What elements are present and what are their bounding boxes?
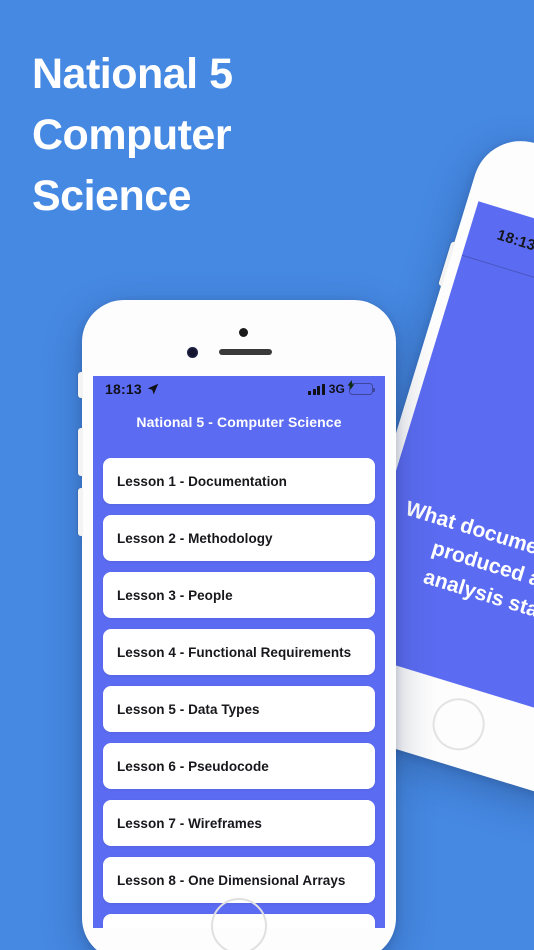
lesson-list-item[interactable]: Lesson 8 - One Dimensional Arrays: [103, 857, 375, 903]
lesson-list-item[interactable]: Lesson 2 - Methodology: [103, 515, 375, 561]
phone-mockup-front: 18:13 3G National 5 - Computer Science L…: [78, 300, 396, 950]
lesson-list[interactable]: Lesson 1 - Documentation Lesson 2 - Metho…: [93, 446, 385, 928]
navigation-bar-title: National 5 - Computer Science: [136, 413, 342, 430]
lesson-list-item-label: Lesson 1 - Documentation: [117, 473, 287, 489]
headline-line-3: Science: [32, 172, 192, 220]
lesson-list-item[interactable]: Lesson 7 - Wireframes: [103, 800, 375, 846]
home-button[interactable]: [211, 898, 267, 950]
navigation-bar: National 5 - Computer Science: [93, 402, 385, 441]
status-bar-time: 18:13: [105, 381, 142, 397]
status-bar-divider: [461, 254, 534, 335]
lesson-list-item[interactable]: Lesson 1 - Documentation: [103, 458, 375, 504]
back-status-bar-time: 18:13: [494, 226, 534, 255]
status-bar-indicators: 3G: [308, 380, 376, 396]
quiz-question-text: What documentation is produced at the an…: [402, 496, 534, 633]
lesson-list-item[interactable]: Lesson 6 - Pseudocode: [103, 743, 375, 789]
signal-bars-icon: [308, 383, 325, 395]
volume-down-button[interactable]: [78, 488, 83, 536]
lesson-list-item-label: Lesson 6 - Pseudocode: [117, 758, 269, 774]
lesson-list-item[interactable]: Lesson 3 - People: [103, 572, 375, 618]
lesson-list-item-label: Lesson 4 - Functional Requirements: [117, 644, 352, 660]
front-phone-screen: 18:13 3G National 5 - Computer Science L…: [93, 376, 385, 928]
volume-up-button[interactable]: [78, 428, 83, 476]
lesson-list-item-label: Lesson 3 - People: [117, 587, 233, 603]
front-camera-icon: [187, 347, 198, 358]
lesson-list-item-label: Lesson 5 - Data Types: [117, 701, 260, 717]
page-title: National 5 Computer Science: [32, 44, 332, 227]
earpiece-speaker-icon: [219, 349, 272, 355]
headline-line-2: Computer: [32, 111, 232, 159]
silent-switch[interactable]: [78, 372, 83, 398]
status-bar: 18:13 3G: [93, 376, 385, 402]
network-type-label: 3G: [328, 382, 345, 396]
lesson-list-item-label: Lesson 7 - Wireframes: [117, 815, 262, 831]
lesson-list-item[interactable]: Lesson 5 - Data Types: [103, 686, 375, 732]
lightning-bolt-icon: [347, 380, 355, 390]
power-button[interactable]: [438, 241, 456, 287]
home-button[interactable]: [426, 691, 492, 757]
lesson-list-item-label: Lesson 2 - Methodology: [117, 530, 273, 546]
location-arrow-icon: [147, 383, 159, 395]
battery-charging-icon: [347, 380, 376, 395]
headline-line-1: National 5: [32, 50, 233, 98]
proximity-sensor-icon: [239, 328, 248, 337]
lesson-list-item-label: Lesson 8 - One Dimensional Arrays: [117, 872, 346, 888]
app-store-screenshot: National 5 Computer Science 18:13 What d…: [0, 0, 534, 950]
lesson-list-item[interactable]: Lesson 4 - Functional Requirements: [103, 629, 375, 675]
